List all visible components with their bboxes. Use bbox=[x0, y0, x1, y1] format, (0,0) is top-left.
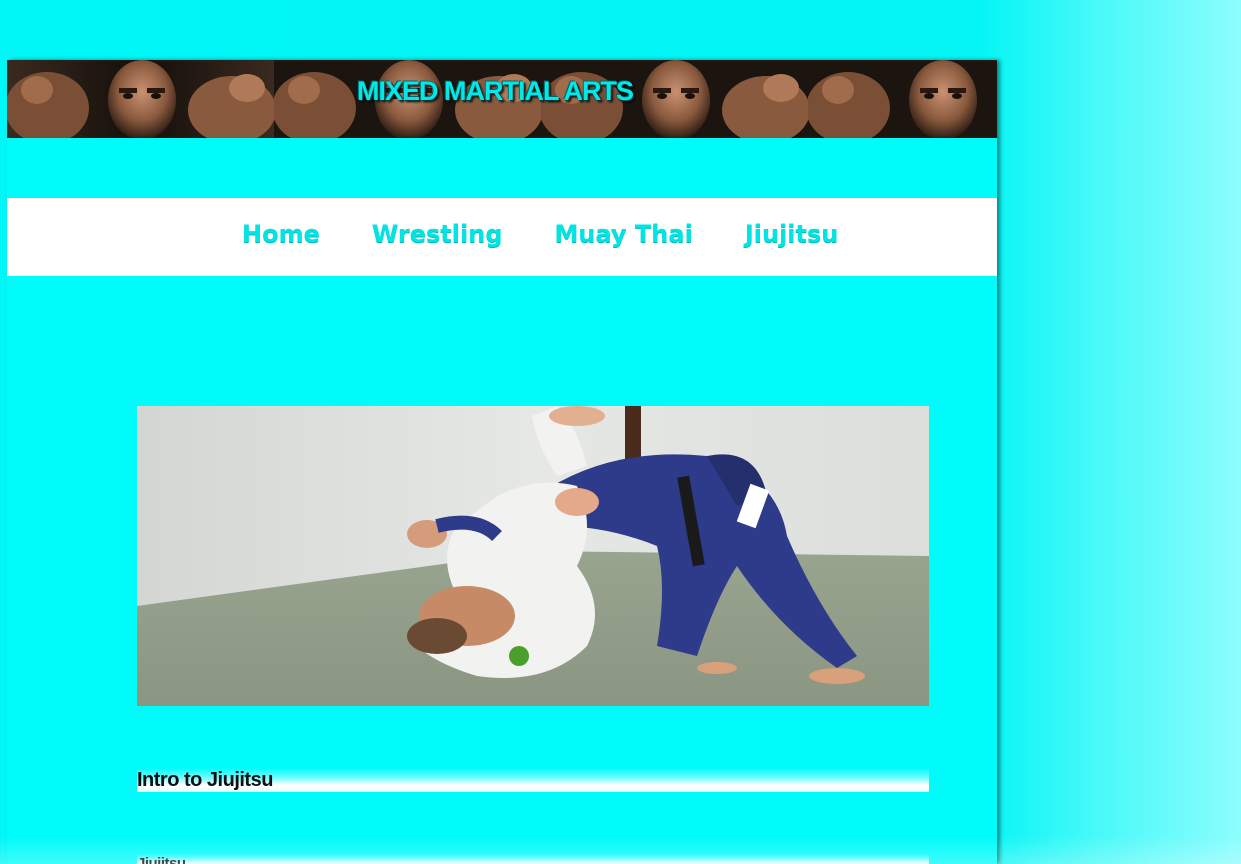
fighter-portrait-image bbox=[7, 60, 274, 138]
section-title: Jiujitsu bbox=[137, 855, 186, 864]
site-title: MIXED MARTIAL ARTS bbox=[357, 76, 634, 106]
page-container: MIXED MARTIAL ARTS Home Wrestling Muay T… bbox=[7, 60, 997, 864]
hero-image bbox=[137, 406, 929, 706]
section-header: Jiujitsu bbox=[137, 854, 929, 864]
fighter-portrait-image bbox=[808, 60, 997, 138]
section-title: Intro to Jiujitsu bbox=[137, 769, 273, 791]
main-navigation: Home Wrestling Muay Thai Jiujitsu bbox=[7, 198, 997, 276]
nav-list: Home Wrestling Muay Thai Jiujitsu bbox=[242, 220, 838, 248]
section-header: Intro to Jiujitsu bbox=[137, 768, 929, 792]
nav-link-jiujitsu[interactable]: Jiujitsu bbox=[745, 220, 839, 248]
nav-link-muay-thai[interactable]: Muay Thai bbox=[555, 220, 693, 248]
header-banner: MIXED MARTIAL ARTS bbox=[7, 60, 997, 138]
nav-link-home[interactable]: Home bbox=[242, 220, 320, 248]
nav-link-wrestling[interactable]: Wrestling bbox=[372, 220, 503, 248]
